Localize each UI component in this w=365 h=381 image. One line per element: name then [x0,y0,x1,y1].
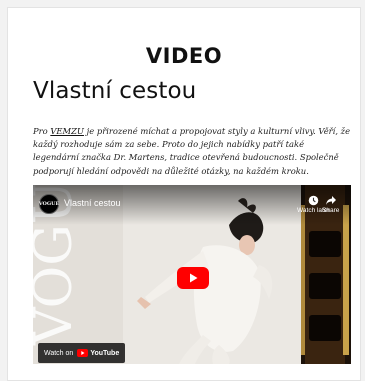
youtube-wordmark: YouTube [90,349,120,357]
article-intro: Pro VEMZU je přirozené míchat a propojov… [33,125,351,178]
play-button[interactable] [177,267,209,289]
youtube-logo: YouTube [77,349,119,357]
share-label: Share [322,207,340,214]
watch-on-label: Watch on [44,349,74,357]
vemzu-link[interactable]: VEMZU [50,126,84,136]
article-title: Vlastní cestou [33,78,197,104]
article-card: VIDEO Vlastní cestou Pro VEMZU je přiroz… [7,7,361,381]
youtube-logo-icon [77,349,89,357]
youtube-embed[interactable]: VOGUE VOGUE Vlastní cestou [33,185,351,364]
channel-avatar[interactable]: VOGUE [39,194,59,214]
play-icon [190,273,198,283]
section-heading: VIDEO [145,44,223,68]
share-icon [322,195,339,207]
watch-on-youtube-button[interactable]: Watch on YouTube [38,343,126,363]
intro-text-start: Pro [33,126,51,136]
share-button[interactable]: Share [322,195,339,214]
video-title[interactable]: Vlastní cestou [64,198,121,208]
